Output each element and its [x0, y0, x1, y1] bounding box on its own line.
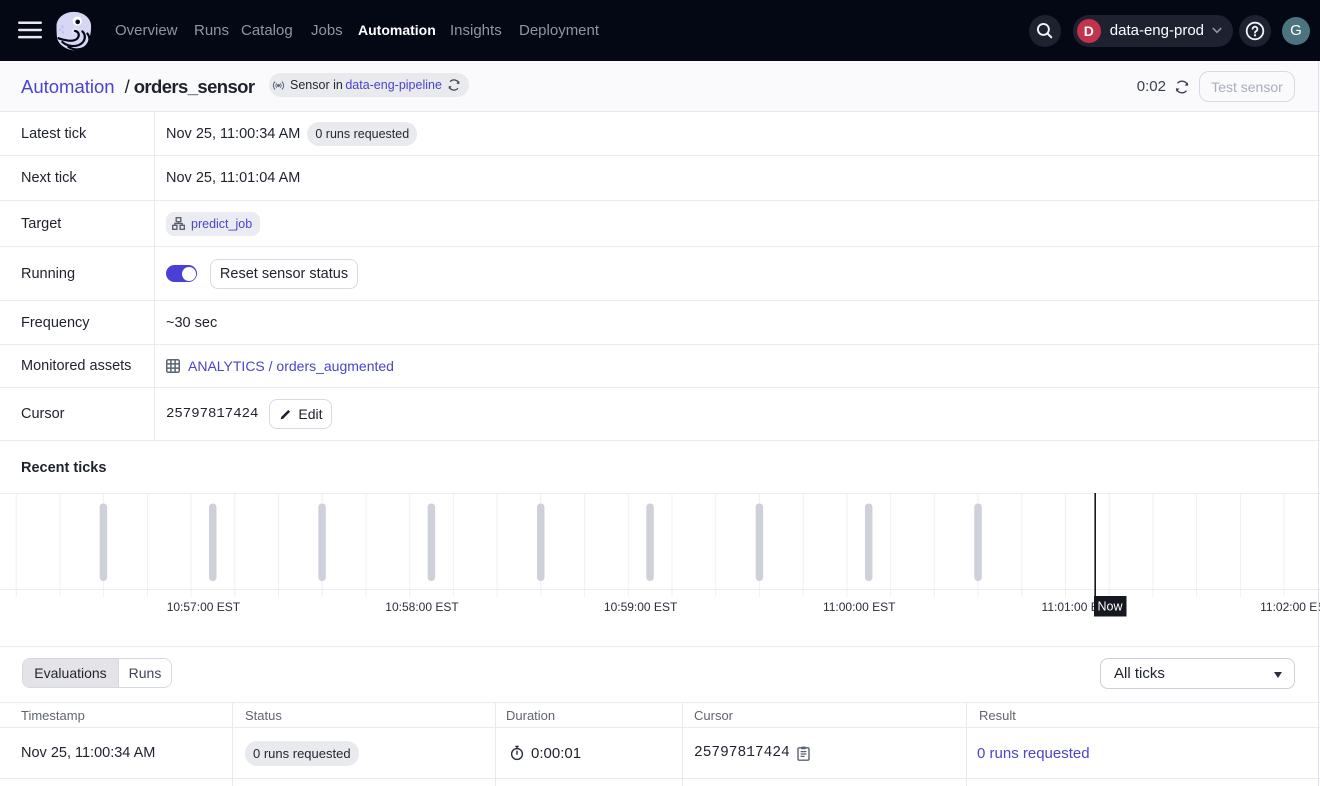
svg-text:10:58:00 EST: 10:58:00 EST	[385, 600, 459, 614]
svg-text:10:57:00 EST: 10:57:00 EST	[167, 600, 241, 614]
svg-text:11:02:00 EST: 11:02:00 EST	[1260, 600, 1320, 614]
svg-text:10:59:00 EST: 10:59:00 EST	[604, 600, 678, 614]
svg-text:Now: Now	[1097, 600, 1123, 614]
svg-text:11:00:00 EST: 11:00:00 EST	[823, 600, 896, 614]
